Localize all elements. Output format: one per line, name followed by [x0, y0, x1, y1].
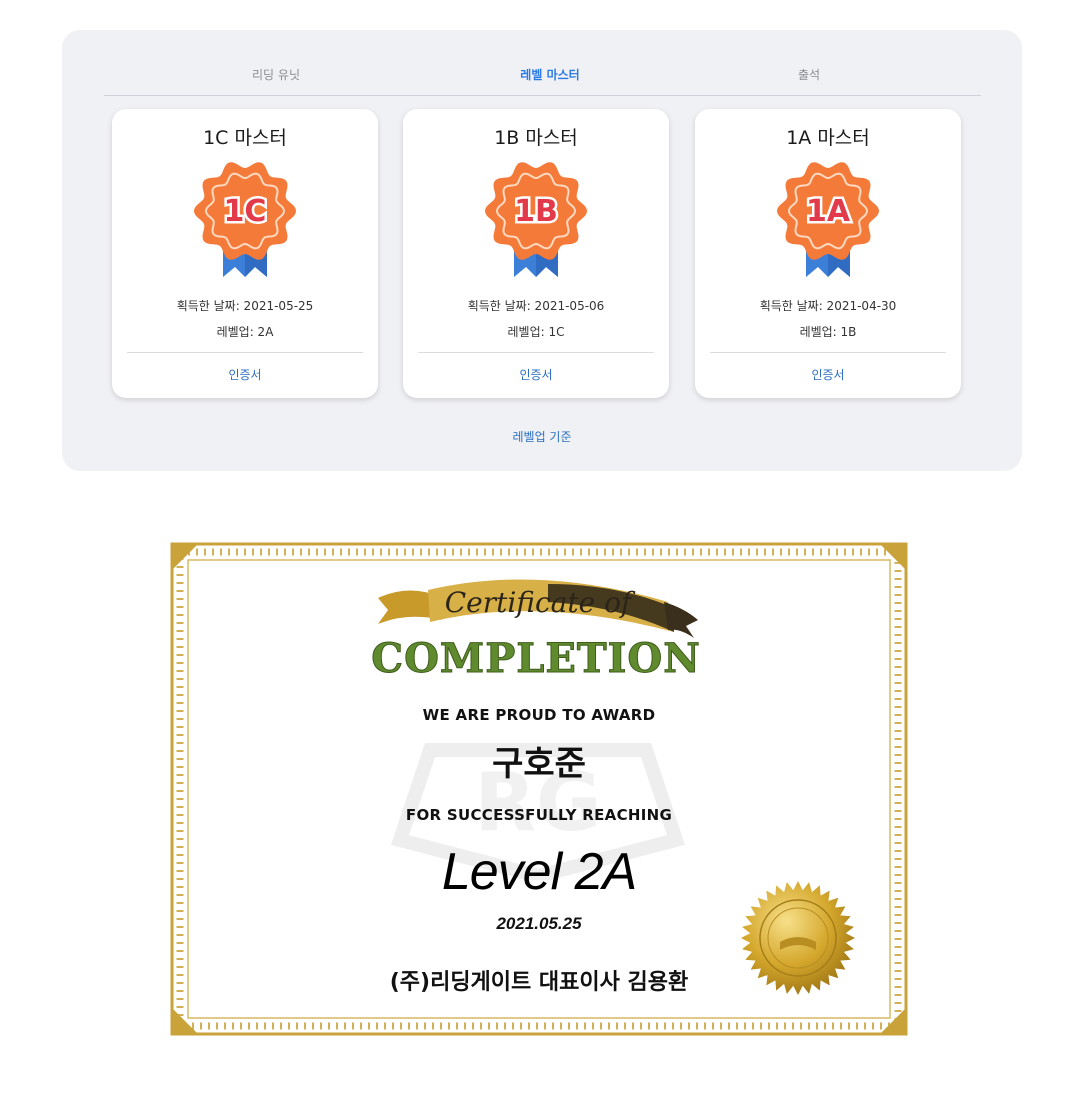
recipient-name: 구호준: [492, 744, 586, 784]
acquired-date: 획득한 날짜: 2021-05-06: [467, 299, 605, 313]
card-divider: [710, 352, 946, 353]
rosette-badge-icon: 1A: [777, 162, 879, 277]
level-card-1a: 1A 마스터 1A 획득한 날짜: 2021-04-30 레벨업: 1B 인증서: [695, 109, 961, 398]
card-title: 1B 마스터: [494, 127, 578, 149]
certificate-link[interactable]: 인증서: [695, 366, 961, 383]
acquired-date: 획득한 날짜: 2021-04-30: [759, 299, 897, 313]
rosette-badge-icon: 1B: [485, 162, 587, 277]
levelup-criteria-link[interactable]: 레벨업 기준: [62, 428, 1022, 445]
tab-reading-unit[interactable]: 리딩 유닛: [252, 66, 300, 83]
reaching-text: FOR SUCCESSFULLY REACHING: [405, 806, 673, 824]
svg-text:1C: 1C: [224, 194, 267, 229]
svg-text:Certificate of: Certificate of: [445, 586, 636, 619]
svg-text:1B: 1B: [514, 194, 558, 229]
tab-bar: 리딩 유닛 레벨 마스터 출석: [104, 58, 981, 96]
svg-text:COMPLETION: COMPLETION: [371, 635, 701, 682]
levelup-value: 레벨업: 1C: [507, 325, 565, 339]
acquired-date: 획득한 날짜: 2021-05-25: [176, 299, 314, 313]
tab-attendance[interactable]: 출석: [798, 66, 820, 83]
levelup-value: 레벨업: 1B: [799, 325, 857, 339]
levelup-value: 레벨업: 2A: [216, 325, 274, 339]
gold-seal-icon: [741, 881, 855, 995]
card-title: 1C 마스터: [203, 127, 287, 149]
level-card-1c: 1C 마스터 1C 획득한 날짜: 2021-05-25 레벨업: 2A 인증서: [112, 109, 378, 398]
certificate: RG Certificate of COMPLETION WE ARE PROU…: [168, 540, 910, 1038]
award-intro: WE ARE PROUD TO AWARD: [422, 706, 656, 724]
level-card-1b: 1B 마스터 1B 획득한 날짜: 2021-05-06 레벨업: 1C 인증서: [403, 109, 669, 398]
rosette-badge-icon: 1C: [194, 162, 296, 277]
certificate-header: Certificate of COMPLETION: [371, 579, 701, 683]
certificate-link[interactable]: 인증서: [112, 366, 378, 383]
level-master-panel: 리딩 유닛 레벨 마스터 출석 1C 마스터 1C 획득한 날짜: 2021-0…: [62, 30, 1022, 471]
tab-level-master[interactable]: 레벨 마스터: [520, 66, 579, 83]
certificate-link[interactable]: 인증서: [403, 366, 669, 383]
card-divider: [418, 352, 654, 353]
card-divider: [127, 352, 363, 353]
card-title: 1A 마스터: [786, 127, 870, 149]
svg-text:1A: 1A: [806, 194, 851, 229]
